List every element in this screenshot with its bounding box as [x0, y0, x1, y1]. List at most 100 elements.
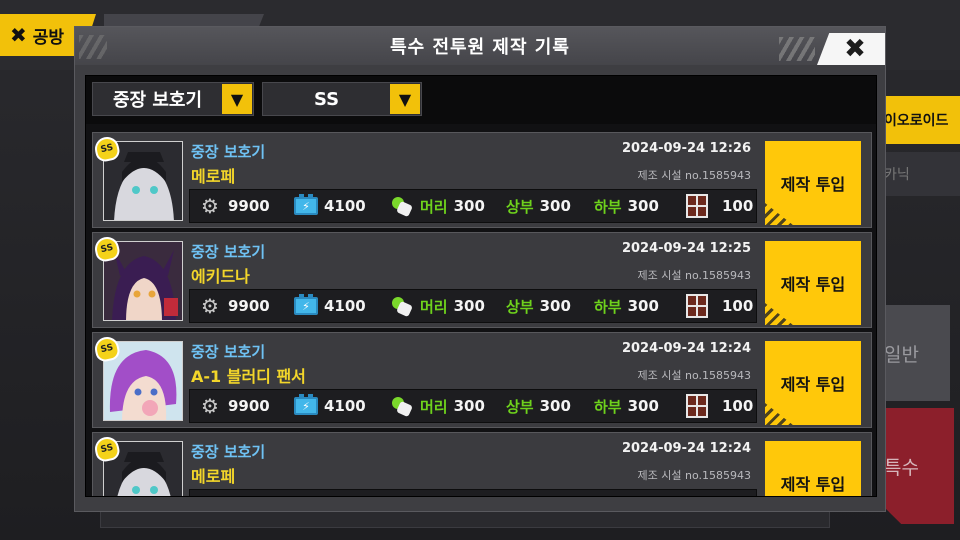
unit-name: 메로페: [191, 167, 236, 186]
screen-root: ✖ 공방 이오로이드 카닉 일반 특수 특수 전투원 제작 기록 ✖ 중장 보호…: [0, 0, 960, 540]
head-resource: 머리 300: [388, 290, 485, 322]
parts-resource: ⚙ 9900: [198, 390, 270, 422]
unit-type: 중장 보호기: [191, 243, 266, 261]
lower-resource: 하부 300: [594, 390, 659, 422]
side-tab-bioroid[interactable]: 이오로이드: [876, 96, 960, 144]
facility-number: 제조 시설 no.1585943: [637, 269, 751, 282]
parts-value: 9900: [228, 197, 270, 215]
module-resource: 100: [686, 290, 753, 322]
upper-resource: 상부 300: [506, 290, 571, 322]
part-icon: [388, 195, 414, 217]
module-value: 100: [722, 197, 754, 215]
module-value: 100: [722, 397, 754, 415]
chevron-down-icon[interactable]: ▼: [222, 84, 252, 114]
chevron-down-icon[interactable]: ▼: [390, 84, 420, 114]
back-button-label: 공방: [32, 27, 65, 48]
unit-name: A-1 블러디 팬서: [191, 367, 306, 386]
upper-value: 300: [539, 297, 571, 315]
craft-input-button[interactable]: 제작 투입: [765, 341, 861, 425]
lower-resource: 하부 300: [594, 190, 659, 222]
nutrient-value: 4100: [324, 397, 366, 415]
head-value: 300: [453, 397, 485, 415]
record-row: SS 중장 보호기 A-1 블러디 팬서 2024-09-24 12:24 제조…: [92, 332, 872, 428]
craft-datetime: 2024-09-24 12:24: [621, 441, 751, 456]
gear-icon: ⚙: [201, 294, 219, 318]
head-resource: 머리 300: [388, 190, 485, 222]
upper-label: 상부: [506, 397, 534, 416]
upper-resource: 상부 300: [506, 390, 571, 422]
record-list[interactable]: SS 중장 보호기 메로페 2024-09-24 12:26 제조 시설 no.…: [92, 132, 872, 496]
module-resource: 100: [686, 390, 753, 422]
rank-filter-value: SS: [313, 88, 340, 110]
lower-label: 하부: [594, 397, 622, 416]
upper-value: 300: [539, 197, 571, 215]
decorative-stripes: [779, 37, 815, 61]
nutrient-resource: ⚡ 4100: [294, 190, 366, 222]
gear-icon: ⚙: [201, 394, 219, 418]
lower-value: 300: [627, 397, 659, 415]
craft-input-button[interactable]: 제작 투입: [765, 441, 861, 496]
head-label: 머리: [420, 397, 448, 416]
craft-datetime: 2024-09-24 12:26: [621, 141, 751, 156]
upper-value: 300: [539, 397, 571, 415]
resource-bar: ⚙ 9900 ⚡ 4100 머리 300 상부 300 하부 300 100: [189, 289, 757, 323]
decorative-stripes: [765, 203, 793, 225]
record-row: SS 중장 보호기 메로페 2024-09-24 12:26 제조 시설 no.…: [92, 132, 872, 228]
craft-datetime: 2024-09-24 12:24: [621, 341, 751, 356]
unit-type: 중장 보호기: [191, 443, 266, 461]
nutrient-resource: ⚡ 4100: [294, 390, 366, 422]
battery-icon: ⚡: [294, 294, 318, 315]
battery-icon: ⚡: [294, 394, 318, 415]
facility-number: 제조 시설 no.1585943: [637, 369, 751, 382]
craft-input-button[interactable]: 제작 투입: [765, 241, 861, 325]
close-icon: ✖: [10, 23, 27, 47]
unit-type: 중장 보호기: [191, 343, 266, 361]
chip-icon: [686, 394, 708, 418]
upper-label: 상부: [506, 297, 534, 316]
nutrient-resource: ⚡ 4100: [294, 290, 366, 322]
nutrient-value: 4100: [324, 197, 366, 215]
resource-bar: [189, 489, 757, 496]
facility-number: 제조 시설 no.1585943: [637, 469, 751, 482]
head-value: 300: [453, 197, 485, 215]
battery-icon: ⚡: [294, 194, 318, 215]
parts-resource: ⚙ 9900: [198, 190, 270, 222]
unit-name: 메로페: [191, 467, 236, 486]
side-tab-mechanic[interactable]: 카닉: [876, 152, 960, 196]
craft-input-button[interactable]: 제작 투입: [765, 141, 861, 225]
upper-resource: 상부 300: [506, 190, 571, 222]
resource-bar: ⚙ 9900 ⚡ 4100 머리 300 상부 300 하부 300 100: [189, 389, 757, 423]
resource-bar: ⚙ 9900 ⚡ 4100 머리 300 상부 300 하부 300 100: [189, 189, 757, 223]
craft-history-modal: 특수 전투원 제작 기록 ✖ 중장 보호기 ▼ SS ▼ SS 중장 보호기 메…: [74, 26, 886, 512]
filter-bar: 중장 보호기 ▼ SS ▼: [86, 76, 876, 124]
unit-type: 중장 보호기: [191, 143, 266, 161]
modal-title-bar: 특수 전투원 제작 기록 ✖: [75, 27, 885, 65]
part-icon: [388, 395, 414, 417]
head-resource: 머리 300: [388, 390, 485, 422]
chip-icon: [686, 194, 708, 218]
record-row: SS 중장 보호기 에키드나 2024-09-24 12:25 제조 시설 no…: [92, 232, 872, 328]
decorative-stripes: [765, 403, 793, 425]
rank-filter-dropdown[interactable]: SS ▼: [262, 82, 422, 116]
head-value: 300: [453, 297, 485, 315]
craft-input-label: 제작 투입: [780, 275, 846, 294]
head-label: 머리: [420, 197, 448, 216]
parts-value: 9900: [228, 297, 270, 315]
gear-icon: ⚙: [201, 194, 219, 218]
lower-resource: 하부 300: [594, 290, 659, 322]
decorative-stripes: [765, 303, 793, 325]
lower-label: 하부: [594, 197, 622, 216]
type-filter-dropdown[interactable]: 중장 보호기 ▼: [92, 82, 254, 116]
type-filter-value: 중장 보호기: [112, 90, 203, 111]
decorative-stripes: [79, 35, 107, 59]
close-button[interactable]: ✖: [817, 33, 885, 65]
modal-title: 특수 전투원 제작 기록: [390, 37, 570, 58]
chip-icon: [686, 294, 708, 318]
craft-datetime: 2024-09-24 12:25: [621, 241, 751, 256]
record-row: SS 중장 보호기 메로페 2024-09-24 12:24 제조 시설 no.…: [92, 432, 872, 496]
part-icon: [388, 295, 414, 317]
lower-value: 300: [627, 197, 659, 215]
module-value: 100: [722, 297, 754, 315]
parts-resource: ⚙ 9900: [198, 290, 270, 322]
unit-name: 에키드나: [191, 267, 250, 286]
